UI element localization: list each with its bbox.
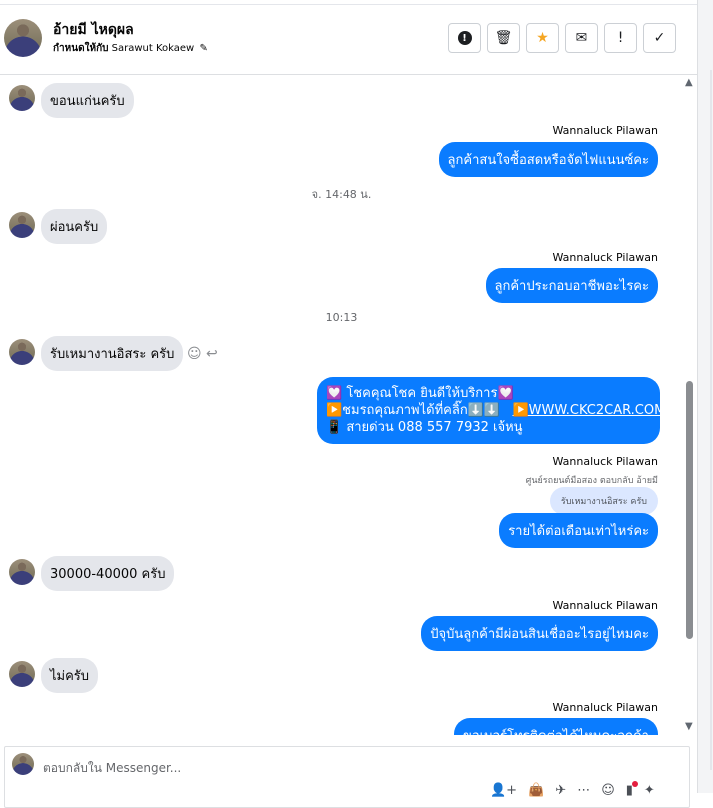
sparkle-icon[interactable]: ✦ (644, 783, 655, 798)
reply-note: ศูนย์รถยนต์มือสอง ตอบกลับ อ้ายมี (525, 476, 658, 486)
chat-scrollbar[interactable]: ▲ ▼ (683, 75, 697, 735)
star-button[interactable]: ★ (526, 23, 559, 53)
star-icon: ★ (536, 30, 549, 46)
assignee-label: กำหนดให้กับ (53, 43, 109, 54)
website-link[interactable]: ▶️WWW.CKC2CAR.COM (513, 403, 666, 418)
outgoing-message[interactable]: ลูกค้าสนใจซื้อสดหรือจัดไฟแนนซ์คะ (438, 142, 658, 177)
trash-icon: 🗑 (494, 30, 513, 46)
composer-toolbar: 👤+ 👜 ✈ ⋯ ☺ ▮ ✦ (490, 781, 655, 798)
sender-name: Wannaluck Pilawan (552, 251, 659, 264)
sender-avatar (9, 661, 35, 687)
follow-up-button[interactable]: ! (604, 23, 637, 53)
reply-input[interactable]: ตอบกลับใน Messenger... (43, 759, 181, 778)
delete-button[interactable]: 🗑 (487, 23, 520, 53)
promo-line: 💟 โชคคุณโชค ยินดีให้บริการ💟 (326, 386, 514, 401)
envelope-icon: ✉ (575, 30, 588, 46)
sender-avatar (9, 212, 35, 238)
mark-unread-button[interactable]: ✉ (565, 23, 598, 53)
like-icon[interactable]: ▮ (626, 781, 639, 798)
sender-name: Wannaluck Pilawan (552, 599, 659, 612)
alert-icon: ! (457, 31, 472, 45)
quoted-message[interactable]: รับเหมางานอิสระ ครับ (549, 487, 658, 515)
report-button[interactable]: ! (448, 23, 481, 53)
sender-name: Wannaluck Pilawan (552, 124, 659, 137)
incoming-message[interactable]: 30000-40000 ครับ (41, 556, 175, 591)
sender-avatar (9, 559, 35, 585)
promo-line: ▶️ชมรถคุณภาพได้ที่คลิ๊ก⬇️⬇️ ▶️WWW.CKC2CA… (326, 403, 666, 418)
scroll-up-arrow-icon[interactable]: ▲ (685, 77, 693, 88)
message-thread[interactable]: ขอนแก่นครับ Wannaluck Pilawan ลูกค้าสนใจ… (0, 75, 683, 735)
edit-pencil-icon[interactable]: ✎ (199, 43, 207, 54)
timestamp: จ. 14:48 น. (311, 188, 372, 201)
add-person-icon[interactable]: 👤+ (490, 783, 517, 798)
incoming-message[interactable]: ไม่ครับ (41, 658, 99, 693)
reaction-reply-icons[interactable]: ☺ ↩ (187, 346, 218, 362)
reply-composer[interactable]: ตอบกลับใน Messenger... 👤+ 👜 ✈ ⋯ ☺ ▮ ✦ (4, 746, 690, 808)
conversation-header: อ้ายมี ไหดุผล กำหนดให้กับ Sarawut Kokaew… (0, 5, 697, 75)
page-avatar (12, 753, 34, 775)
more-icon[interactable]: ⋯ (577, 783, 590, 798)
outgoing-message[interactable]: ขอเบอร์โทรติดต่อได้ไหมคะลูกค้า (453, 718, 658, 735)
right-panel-edge (697, 0, 713, 793)
sender-avatar (9, 339, 35, 365)
bag-icon[interactable]: 👜 (528, 783, 544, 798)
assignee-name[interactable]: Sarawut Kokaew (112, 43, 195, 54)
timestamp: 10:13 (325, 311, 358, 324)
done-button[interactable]: ✓ (643, 23, 676, 53)
sender-name: Wannaluck Pilawan (552, 701, 659, 714)
incoming-message[interactable]: รับเหมางานอิสระ ครับ (41, 336, 184, 371)
header-toolbar: ! 🗑 ★ ✉ ! ✓ (448, 23, 676, 53)
exclamation-icon: ! (617, 30, 624, 46)
contact-name[interactable]: อ้ายมี ไหดุผล (53, 19, 134, 41)
outgoing-message[interactable]: รายได้ต่อเดือนเท่าไหร่คะ (499, 513, 658, 548)
emoji-icon[interactable]: ☺ (601, 783, 615, 798)
incoming-message[interactable]: ผ่อนครับ (41, 209, 108, 244)
outgoing-message[interactable]: ปัจุบันลูกค้ามีผ่อนสินเชื่ออะไรอยู่ไหมคะ (421, 616, 658, 651)
scroll-down-arrow-icon[interactable]: ▼ (685, 721, 693, 732)
scrollbar-thumb[interactable] (686, 381, 693, 639)
contact-avatar[interactable] (4, 19, 42, 57)
send-icon[interactable]: ✈ (555, 783, 566, 798)
promo-line: 📱 สายด่วน 088 557 7932 เจ้หนู (326, 420, 523, 435)
outgoing-promo-message[interactable]: 💟 โชคคุณโชค ยินดีให้บริการ💟 ▶️ชมรถคุณภาพ… (317, 377, 666, 444)
assignee-line: กำหนดให้กับ Sarawut Kokaew ✎ (53, 41, 208, 56)
check-icon: ✓ (653, 30, 666, 46)
incoming-message[interactable]: ขอนแก่นครับ (41, 83, 134, 118)
outgoing-message[interactable]: ลูกค้าประกอบอาชีพอะไรคะ (485, 268, 658, 303)
sender-avatar (9, 85, 35, 111)
sender-name: Wannaluck Pilawan (552, 455, 659, 468)
